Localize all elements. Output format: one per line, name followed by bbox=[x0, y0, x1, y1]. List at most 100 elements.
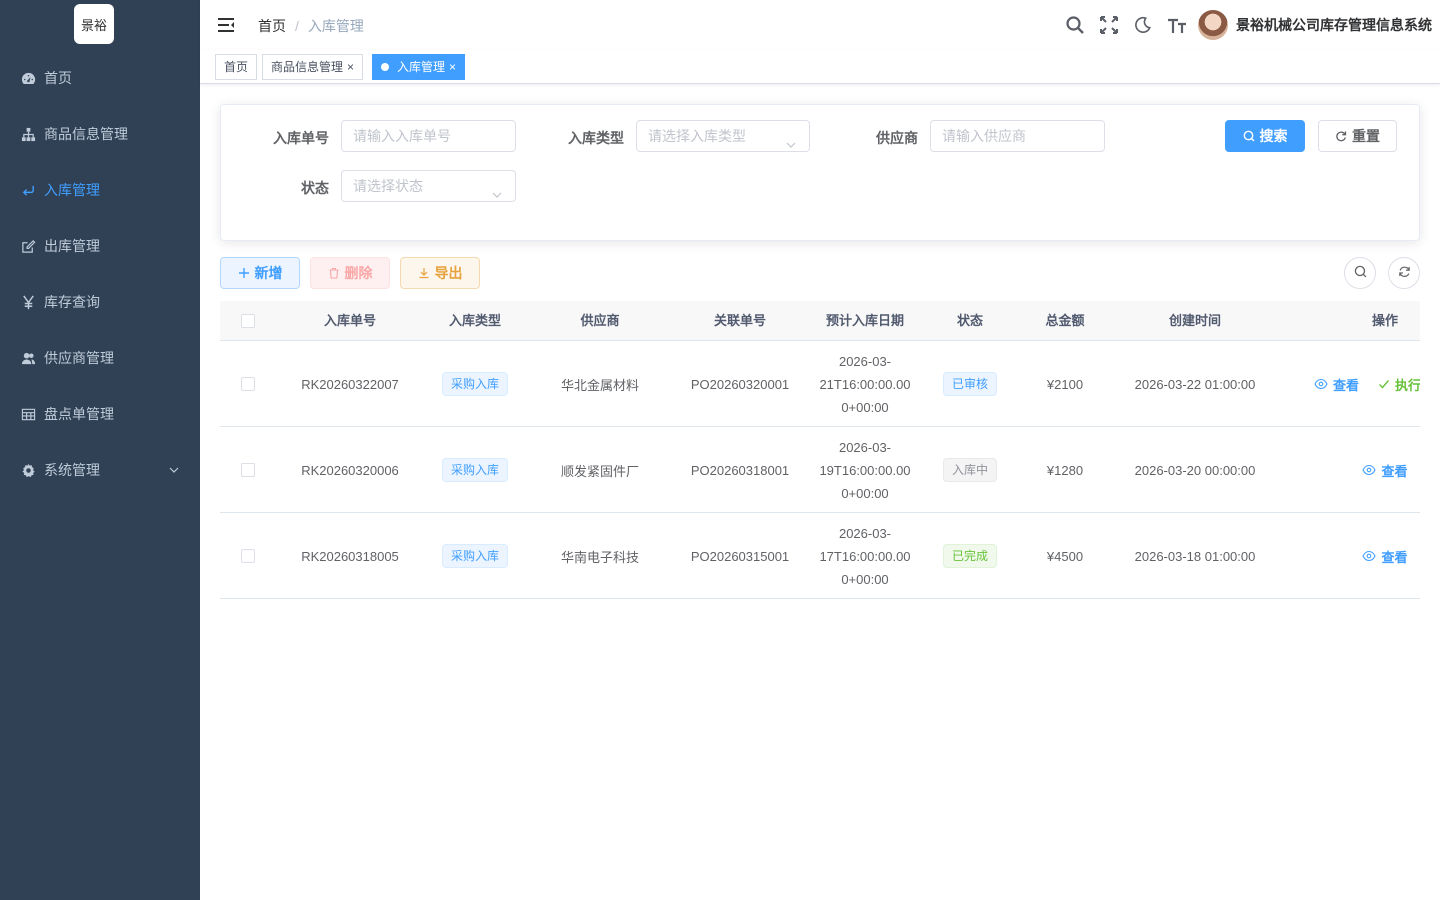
tab-goods[interactable]: 商品信息管理 × bbox=[262, 54, 364, 80]
tab-home[interactable]: 首页 bbox=[215, 54, 258, 80]
breadcrumb-home[interactable]: 首页 bbox=[258, 16, 286, 36]
breadcrumb-current: 入库管理 bbox=[307, 18, 364, 34]
yen-icon bbox=[20, 294, 36, 310]
status-label: 状态 bbox=[301, 180, 329, 196]
avatar[interactable] bbox=[1198, 10, 1228, 40]
table-row[interactable]: RK20260320006 采购入库 顺发紧固件厂 PO20260318001 … bbox=[220, 427, 1420, 513]
type-tag: 采购入库 bbox=[441, 372, 508, 396]
sidebar: 景裕 首页 商品信息管理 入库管理 出库管理 库存查询 供应商管理 盘点单管理 … bbox=[0, 0, 200, 900]
column-header[interactable]: 关联单号 bbox=[675, 301, 805, 341]
hamburger-icon[interactable] bbox=[216, 15, 236, 35]
view-link[interactable]: 查看 bbox=[1362, 547, 1408, 566]
expected-date-cell: 2026-03- 17T16:00:00.00 0+00:00 bbox=[819, 525, 911, 587]
column-header[interactable]: 入库类型 bbox=[425, 301, 525, 341]
logo-text: 景裕 bbox=[80, 18, 107, 34]
type-tag: 采购入库 bbox=[441, 458, 508, 482]
order-no-input[interactable]: 请输入入库单号 bbox=[341, 120, 516, 152]
search-icon[interactable] bbox=[1058, 0, 1092, 50]
tab-label: 商品信息管理 bbox=[271, 60, 344, 74]
trash-icon bbox=[328, 267, 340, 279]
view-link[interactable]: 查看 bbox=[1362, 461, 1408, 480]
logo[interactable]: 景裕 bbox=[74, 4, 114, 44]
sidebar-item-home[interactable]: 首页 bbox=[0, 50, 200, 106]
type-label: 入库类型 bbox=[568, 130, 624, 146]
system-name[interactable]: 景裕机械公司库存管理信息系统 bbox=[1236, 15, 1432, 35]
view-link[interactable]: 查看 bbox=[1314, 375, 1359, 394]
search-icon bbox=[1243, 130, 1255, 142]
delete-button[interactable]: 删除 bbox=[310, 257, 390, 289]
sidebar-item-goods[interactable]: 商品信息管理 bbox=[0, 106, 200, 162]
navbar: 首页 / 入库管理 景裕机械公司库存管理信息系统 bbox=[200, 0, 1440, 50]
chevron-down-icon bbox=[785, 131, 797, 161]
type-tag: 采购入库 bbox=[441, 544, 508, 568]
sidebar-item-system[interactable]: 系统管理 bbox=[0, 442, 200, 498]
reset-button[interactable]: 重置 bbox=[1318, 120, 1397, 152]
row-checkbox[interactable] bbox=[220, 513, 275, 599]
created-cell: 2026-03-18 01:00:00 bbox=[1134, 548, 1256, 564]
column-header[interactable]: 操作 bbox=[1350, 301, 1420, 341]
sidebar-item-label: 入库管理 bbox=[44, 182, 100, 198]
breadcrumb-separator: / bbox=[295, 18, 299, 34]
right-menu: 景裕机械公司库存管理信息系统 bbox=[1058, 0, 1440, 50]
font-size-icon[interactable] bbox=[1160, 0, 1194, 50]
amount-cell: ¥1280 bbox=[1046, 462, 1084, 478]
sidebar-item-label: 系统管理 bbox=[44, 462, 100, 478]
refresh-icon bbox=[1335, 130, 1347, 142]
supplier-input[interactable]: 请输入供应商 bbox=[930, 120, 1105, 152]
add-button-label: 新增 bbox=[254, 265, 283, 281]
sidebar-item-label: 盘点单管理 bbox=[44, 406, 114, 422]
toggle-search-button[interactable] bbox=[1344, 257, 1376, 289]
table-row[interactable]: RK20260322007 采购入库 华北金属材料 PO20260320001 … bbox=[220, 341, 1420, 427]
chevron-down-icon bbox=[168, 463, 180, 479]
reset-button-label: 重置 bbox=[1352, 128, 1380, 144]
export-button[interactable]: 导出 bbox=[400, 257, 480, 289]
table-icon bbox=[20, 406, 36, 422]
sidebar-item-inbound[interactable]: 入库管理 bbox=[0, 162, 200, 218]
tab-label: 首页 bbox=[224, 60, 249, 74]
supplier-label: 供应商 bbox=[876, 130, 918, 146]
sidebar-item-outbound[interactable]: 出库管理 bbox=[0, 218, 200, 274]
row-checkbox[interactable] bbox=[220, 341, 275, 427]
supplier-cell: 华南电子科技 bbox=[560, 549, 639, 565]
column-header[interactable]: 入库单号 bbox=[275, 301, 425, 341]
column-header[interactable]: 预计入库日期 bbox=[805, 301, 925, 341]
table-row[interactable]: RK20260318005 采购入库 华南电子科技 PO20260315001 … bbox=[220, 513, 1420, 599]
tab-inbound[interactable]: 入库管理 × bbox=[372, 54, 466, 80]
select-all-checkbox[interactable] bbox=[220, 301, 275, 341]
dashboard-icon bbox=[20, 70, 36, 86]
type-select[interactable]: 请选择入库类型 bbox=[636, 120, 810, 152]
tags-view: 首页 商品信息管理 × 入库管理 × bbox=[200, 50, 1440, 84]
order-no-cell: RK20260322007 bbox=[301, 376, 399, 392]
sidebar-item-inventory[interactable]: 库存查询 bbox=[0, 274, 200, 330]
placeholder: 请选择入库类型 bbox=[648, 128, 746, 144]
sidebar-item-stocktake[interactable]: 盘点单管理 bbox=[0, 386, 200, 442]
column-header[interactable]: 总金额 bbox=[1015, 301, 1115, 341]
row-checkbox[interactable] bbox=[220, 427, 275, 513]
active-dot-icon bbox=[381, 63, 389, 71]
sidebar-item-supplier[interactable]: 供应商管理 bbox=[0, 330, 200, 386]
refresh-button[interactable] bbox=[1388, 257, 1420, 289]
dark-mode-icon[interactable] bbox=[1126, 0, 1160, 50]
close-icon[interactable]: × bbox=[449, 55, 456, 79]
order-no-label: 入库单号 bbox=[273, 130, 329, 146]
search-form: 入库单号 请输入入库单号 入库类型 请选择入库类型 供应商 请输入供应商 状态 … bbox=[220, 104, 1420, 241]
fullscreen-icon[interactable] bbox=[1092, 0, 1126, 50]
column-header[interactable]: 创建时间 bbox=[1115, 301, 1275, 341]
add-button[interactable]: 新增 bbox=[220, 257, 300, 289]
enter-icon bbox=[20, 182, 36, 198]
search-button[interactable]: 搜索 bbox=[1225, 120, 1305, 152]
status-badge: 入库中 bbox=[942, 458, 997, 482]
gear-icon bbox=[20, 462, 36, 478]
column-header[interactable]: 供应商 bbox=[525, 301, 675, 341]
execute-link[interactable]: 执行 bbox=[1378, 375, 1420, 394]
refresh-icon bbox=[1398, 265, 1411, 281]
close-icon[interactable]: × bbox=[347, 55, 354, 79]
breadcrumb: 首页 / 入库管理 bbox=[258, 16, 364, 36]
status-badge: 已审核 bbox=[942, 372, 997, 396]
related-no-cell: PO20260318001 bbox=[690, 462, 790, 478]
export-button-label: 导出 bbox=[434, 265, 463, 281]
status-select[interactable]: 请选择状态 bbox=[341, 170, 516, 202]
expected-date-cell: 2026-03- 21T16:00:00.00 0+00:00 bbox=[819, 353, 911, 415]
eye-icon bbox=[1314, 378, 1328, 390]
column-header[interactable]: 状态 bbox=[925, 301, 1015, 341]
